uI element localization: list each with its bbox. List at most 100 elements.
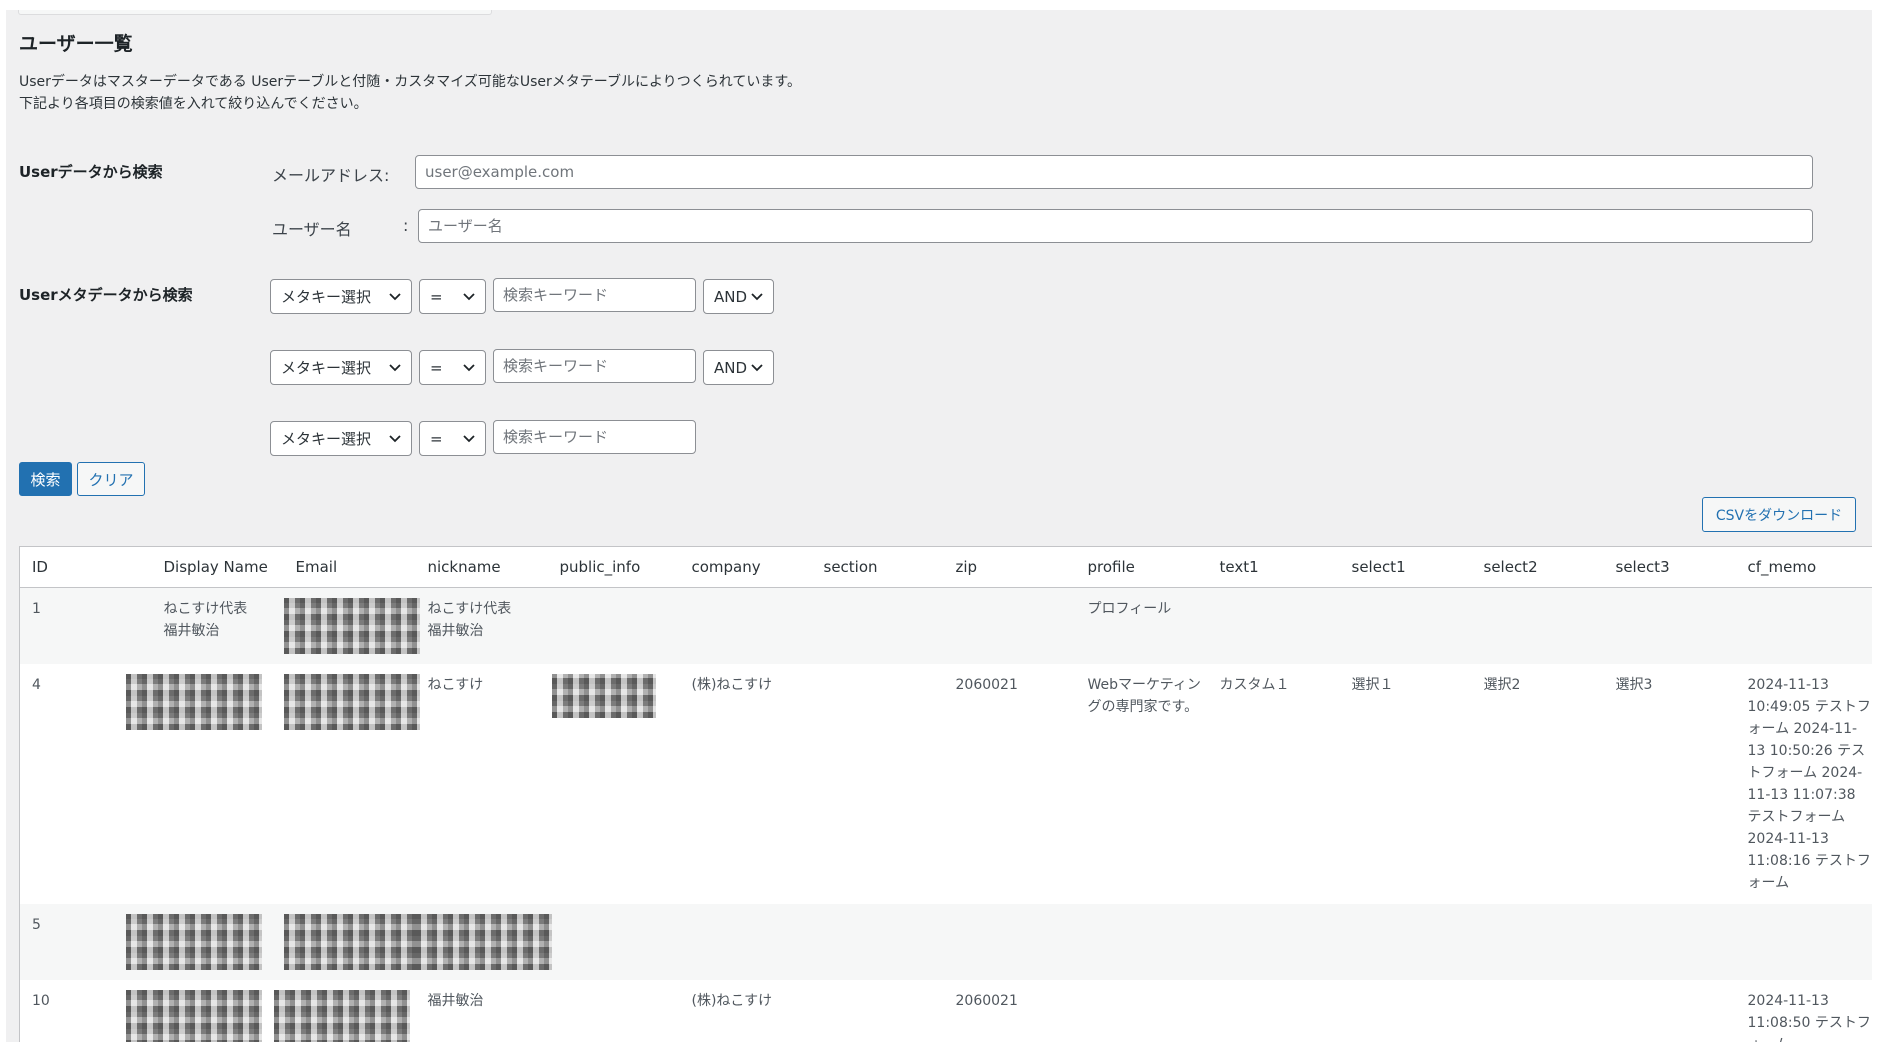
column-header-email: Email bbox=[283, 546, 416, 588]
cell-public-info bbox=[548, 980, 680, 1042]
column-header-select3: select3 bbox=[1603, 546, 1736, 588]
operator-select-1[interactable]: = bbox=[419, 279, 486, 314]
main-panel: ユーザー一覧 Userデータはマスターデータである Userテーブルと付随・カス… bbox=[6, 10, 1872, 1042]
username-search-input[interactable] bbox=[418, 209, 1813, 243]
table-row: 10 福井敏治 (株)ねこすけ 2060021 2024-11-13 11:08… bbox=[20, 980, 1873, 1042]
table-header-row: ID Display Name Email nickname public_in… bbox=[19, 546, 1872, 588]
email-label: メールアドレス: bbox=[272, 166, 390, 185]
cell-public-info bbox=[547, 904, 680, 980]
cell-select2 bbox=[1472, 980, 1604, 1042]
column-header-public-info: public_info bbox=[547, 546, 680, 588]
redacted-email bbox=[273, 990, 410, 1042]
logic-select-2-value: AND bbox=[714, 358, 748, 377]
cell-cf-memo bbox=[1735, 904, 1872, 980]
cell-nickname bbox=[415, 904, 552, 980]
cell-select2 bbox=[1471, 587, 1604, 664]
page-description-line-2: 下記より各項目の検索値を入れて絞り込んでください。 bbox=[19, 96, 368, 112]
cell-company bbox=[679, 904, 812, 980]
cell-select3 bbox=[1603, 904, 1736, 980]
meta-search-section-label: Userメタデータから検索 bbox=[19, 286, 193, 304]
search-button[interactable]: 検索 bbox=[19, 462, 72, 496]
cell-company: (株)ねこすけ bbox=[691, 993, 773, 1009]
cell-company bbox=[679, 587, 812, 664]
cell-select1 bbox=[1340, 980, 1472, 1042]
column-header-company: company bbox=[679, 546, 812, 588]
column-header-display-name: Display Name bbox=[151, 546, 284, 588]
column-header-nickname: nickname bbox=[415, 546, 548, 588]
redacted-display-name bbox=[125, 914, 262, 970]
cell-display-name bbox=[125, 980, 284, 1042]
redacted-display-name bbox=[125, 990, 262, 1042]
cell-text1 bbox=[1207, 587, 1340, 664]
user-search-section-label: Userデータから検索 bbox=[19, 163, 163, 181]
logic-select-1-value: AND bbox=[714, 287, 748, 306]
meta-keyword-input-3[interactable] bbox=[493, 420, 696, 454]
column-header-cf-memo: cf_memo bbox=[1735, 546, 1872, 588]
operator-select-2[interactable]: = bbox=[419, 350, 486, 385]
cell-select2: 選択2 bbox=[1483, 677, 1521, 693]
redacted-email bbox=[283, 598, 420, 654]
column-header-id: ID bbox=[19, 546, 152, 588]
cell-cf-memo bbox=[1735, 587, 1872, 664]
cell-select2 bbox=[1471, 904, 1604, 980]
chevron-down-icon bbox=[747, 287, 767, 307]
cell-section bbox=[811, 904, 944, 980]
column-header-zip: zip bbox=[943, 546, 1076, 588]
column-header-section: section bbox=[811, 546, 944, 588]
operator-select-1-value: = bbox=[430, 287, 443, 306]
username-label: ユーザー名 bbox=[272, 220, 352, 239]
cell-select3 bbox=[1604, 980, 1736, 1042]
operator-select-3-value: = bbox=[430, 429, 443, 448]
chevron-down-icon bbox=[459, 358, 479, 378]
redacted-nickname bbox=[415, 914, 552, 970]
cell-text1: カスタム１ bbox=[1219, 677, 1290, 693]
cell-section bbox=[811, 587, 944, 664]
cell-cf-memo: 2024-11-13 11:08:50 テストフォーム bbox=[1747, 993, 1871, 1042]
operator-select-3[interactable]: = bbox=[419, 421, 486, 456]
cell-cf-memo: 2024-11-13 10:49:05 テストフォーム 2024-11-13 1… bbox=[1747, 677, 1871, 891]
cell-email bbox=[273, 980, 416, 1042]
clear-button[interactable]: クリア bbox=[77, 462, 145, 496]
page-description-line-1: Userデータはマスターデータである Userテーブルと付随・カスタマイズ可能な… bbox=[19, 74, 801, 90]
user-table: ID Display Name Email nickname public_in… bbox=[19, 546, 1872, 1042]
csv-download-button[interactable]: CSVをダウンロード bbox=[1702, 497, 1856, 532]
cell-select1 bbox=[1339, 587, 1472, 664]
meta-key-select-3[interactable]: メタキー選択 bbox=[270, 421, 412, 456]
cell-nickname: ねこすけ代表 福井敏治 bbox=[415, 587, 548, 664]
chevron-down-icon bbox=[459, 287, 479, 307]
email-search-input[interactable] bbox=[415, 155, 1813, 189]
page-title: ユーザー一覧 bbox=[19, 33, 133, 55]
cell-zip bbox=[943, 904, 1076, 980]
cell-public-info bbox=[547, 587, 680, 664]
redacted-email bbox=[283, 674, 420, 730]
chevron-down-icon bbox=[385, 287, 405, 307]
cell-zip: 2060021 bbox=[955, 993, 1018, 1009]
cell-section bbox=[812, 664, 944, 904]
redacted-public-info bbox=[551, 674, 656, 718]
cell-profile bbox=[1075, 904, 1208, 980]
meta-key-select-3-value: メタキー選択 bbox=[281, 430, 372, 448]
redacted-email bbox=[283, 914, 420, 970]
meta-key-select-1[interactable]: メタキー選択 bbox=[270, 279, 412, 314]
operator-select-2-value: = bbox=[430, 358, 443, 377]
cell-public-info bbox=[548, 664, 680, 904]
column-header-profile: profile bbox=[1075, 546, 1208, 588]
meta-keyword-input-1[interactable] bbox=[493, 278, 696, 312]
meta-keyword-input-2[interactable] bbox=[493, 349, 696, 383]
column-header-text1: text1 bbox=[1207, 546, 1340, 588]
cell-select3 bbox=[1603, 587, 1736, 664]
cell-company: (株)ねこすけ bbox=[691, 677, 773, 693]
meta-key-select-1-value: メタキー選択 bbox=[281, 288, 372, 306]
cell-select1 bbox=[1339, 904, 1472, 980]
logic-select-2[interactable]: AND bbox=[703, 350, 774, 385]
cell-nickname: ねこすけ bbox=[427, 677, 484, 693]
cell-display-name bbox=[125, 664, 284, 904]
table-row: 4 ねこすけ (株)ねこすけ 2060021 Webマーケティングの専門家です。… bbox=[20, 664, 1873, 904]
top-bar-edge bbox=[18, 10, 492, 15]
cell-text1 bbox=[1208, 980, 1340, 1042]
logic-select-1[interactable]: AND bbox=[703, 279, 774, 314]
cell-email bbox=[283, 664, 420, 904]
meta-key-select-2[interactable]: メタキー選択 bbox=[270, 350, 412, 385]
cell-section bbox=[812, 980, 944, 1042]
cell-display-name bbox=[125, 904, 284, 980]
